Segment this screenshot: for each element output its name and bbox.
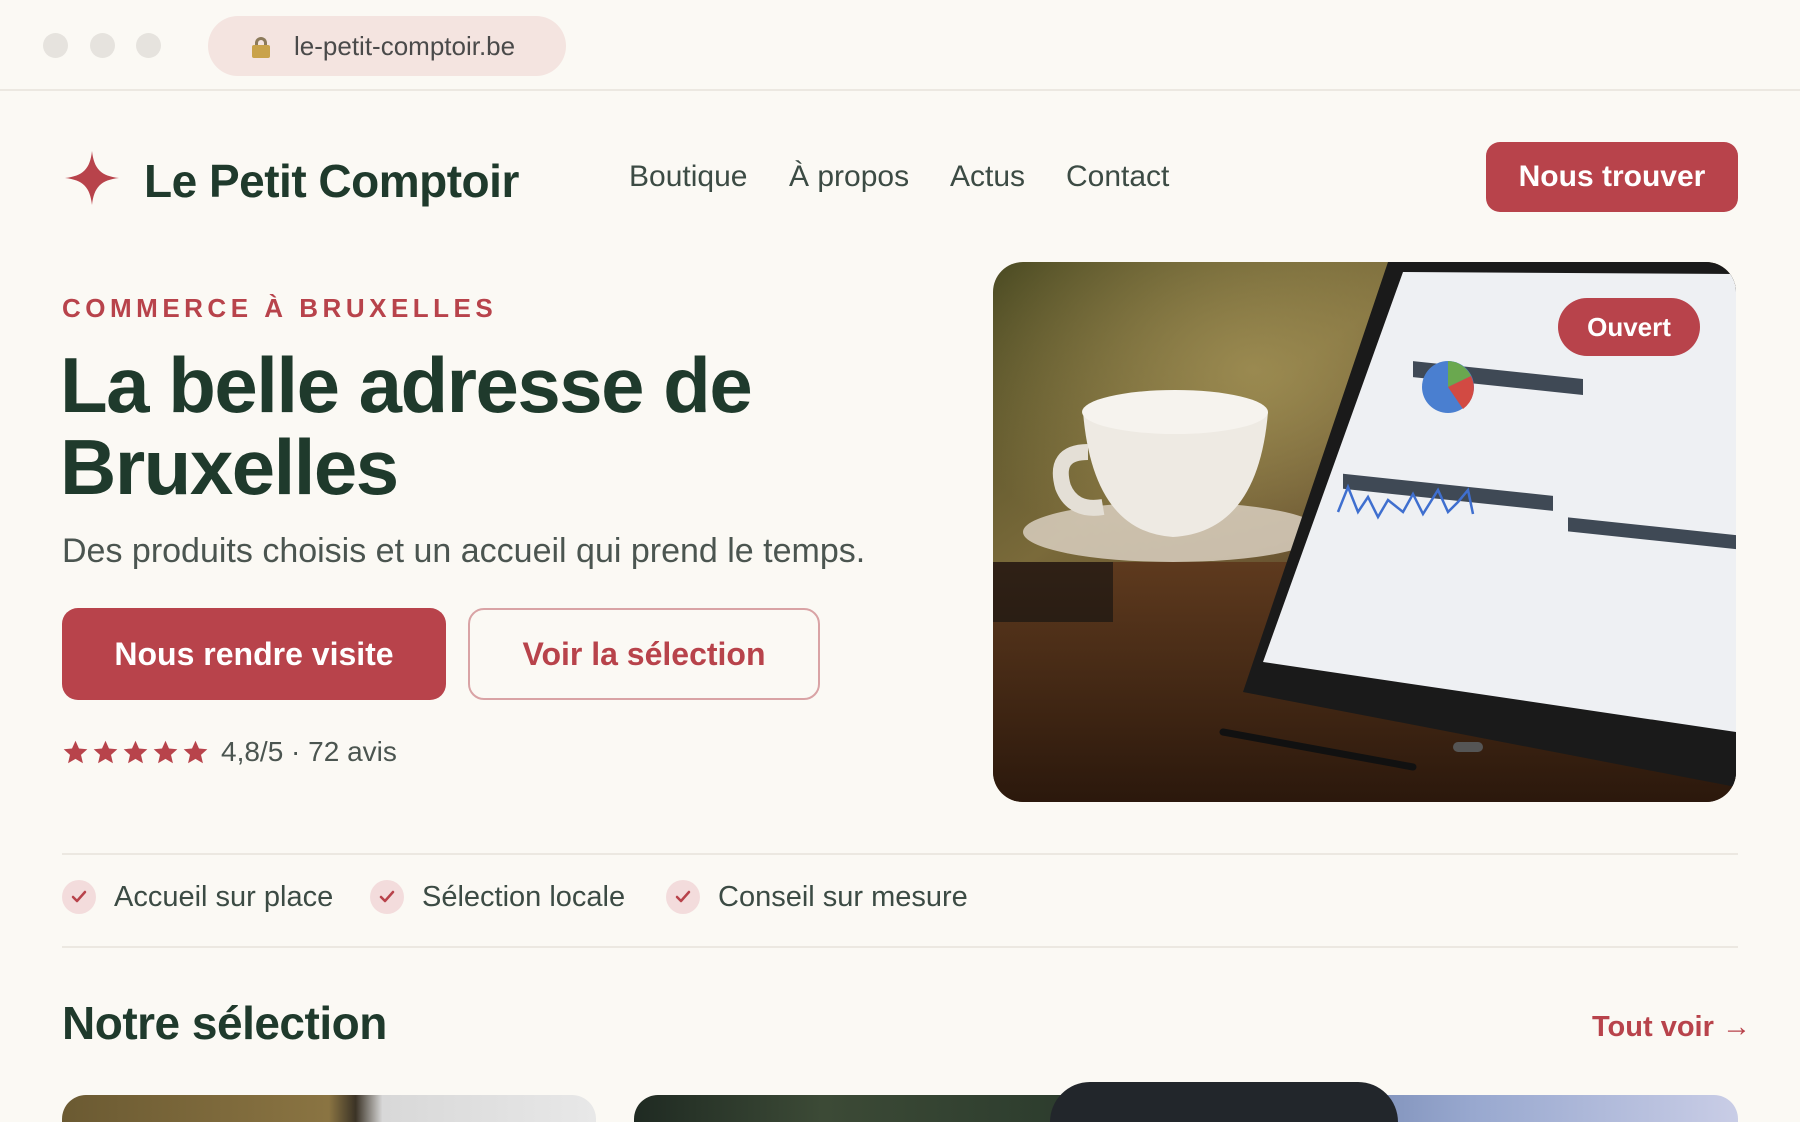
window-close-dot[interactable] [43, 33, 68, 58]
hero-title-line1: La belle adresse de [60, 341, 753, 429]
nav-link-contact[interactable]: Contact [1066, 160, 1169, 194]
open-status-badge: Ouvert [1558, 298, 1700, 356]
floating-toolbar[interactable] [1050, 1082, 1398, 1122]
rating-text: 4,8/5 · 72 avis [221, 736, 397, 767]
product-card[interactable] [62, 1095, 596, 1122]
see-all-link[interactable]: Tout voir → [1592, 1011, 1751, 1044]
nav-link-actus[interactable]: Actus [950, 160, 1025, 194]
address-bar-url: le-petit-comptoir.be [294, 30, 516, 61]
rating: 4,8/5 · 72 avis [62, 736, 397, 768]
feature-label: Conseil sur mesure [718, 880, 968, 913]
feature-label: Sélection locale [422, 880, 626, 913]
star-icon [123, 740, 148, 763]
star-icon [183, 740, 208, 763]
check-icon [370, 880, 404, 914]
feature-item: Accueil sur place [62, 880, 333, 914]
hero-title: La belle adresse de Bruxelles [60, 344, 920, 508]
product-card[interactable] [634, 1095, 1104, 1122]
feature-label: Accueil sur place [114, 880, 334, 913]
visit-us-button[interactable]: Nous rendre visite [62, 608, 446, 700]
feature-item: Sélection locale [370, 880, 625, 914]
divider-top [62, 853, 1738, 855]
sparkle-logo-icon [65, 151, 119, 205]
browser-chrome: le-petit-comptoir.be [0, 0, 1800, 91]
feature-item: Conseil sur mesure [666, 880, 968, 914]
hero-eyebrow: COMMERCE À BRUXELLES [62, 293, 498, 323]
check-icon [666, 880, 700, 914]
hero-title-line2: Bruxelles [60, 423, 399, 511]
divider-bottom [62, 946, 1738, 948]
selection-title: Notre sélection [62, 997, 387, 1049]
address-bar[interactable]: le-petit-comptoir.be [208, 16, 566, 76]
star-icon [153, 740, 178, 763]
find-us-button[interactable]: Nous trouver [1486, 142, 1738, 212]
window-minimize-dot[interactable] [90, 33, 115, 58]
star-icon [93, 740, 118, 763]
rating-stars [62, 739, 209, 766]
window-maximize-dot[interactable] [136, 33, 161, 58]
hero-subtitle: Des produits choisis et un accueil qui p… [62, 532, 866, 570]
check-icon [62, 880, 96, 914]
view-selection-button[interactable]: Voir la sélection [468, 608, 820, 700]
nav-link-boutique[interactable]: Boutique [629, 160, 747, 194]
brand-name[interactable]: Le Petit Comptoir [144, 154, 519, 208]
star-icon [63, 740, 88, 763]
nav-link-a-propos[interactable]: À propos [789, 160, 909, 194]
lock-icon [252, 37, 270, 58]
